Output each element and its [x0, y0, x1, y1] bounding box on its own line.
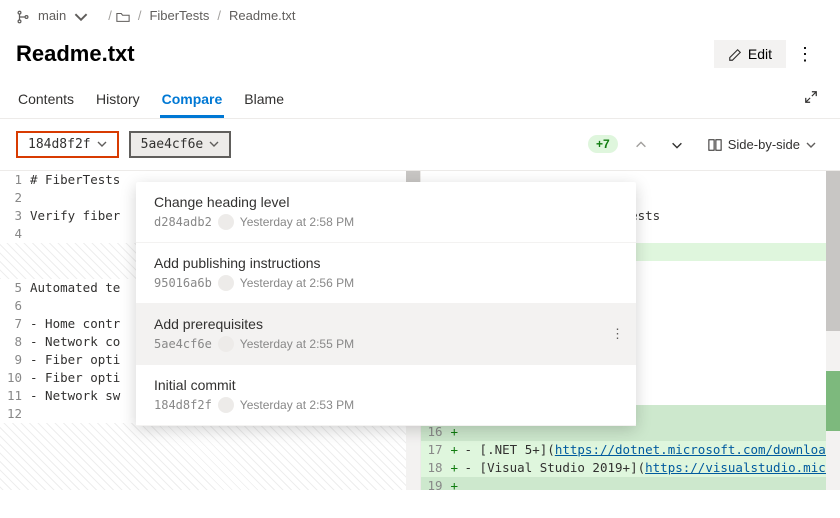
line-number: 6 — [0, 297, 30, 315]
fullscreen-button[interactable] — [798, 83, 824, 118]
commit-hash: 184d8f2f — [154, 398, 212, 412]
page-title: Readme.txt — [16, 41, 135, 67]
commit-meta: 95016a6b Yesterday at 2:56 PM — [154, 275, 618, 291]
line-number: 7 — [0, 315, 30, 333]
chevron-down-icon — [806, 137, 816, 152]
diff-marker — [451, 477, 465, 490]
commit-hash: 5ae4cf6e — [154, 337, 212, 351]
edit-button[interactable]: Edit — [714, 40, 786, 68]
commit-dropdown-item[interactable]: Add prerequisites 5ae4cf6e Yesterday at 2:… — [136, 304, 636, 365]
prev-diff-button[interactable] — [628, 131, 654, 158]
more-vertical-icon[interactable]: ⋮ — [611, 326, 624, 342]
commit-title: Add prerequisites — [154, 316, 618, 332]
line-text: - [Visual Studio 2019+](https://visualst… — [465, 459, 840, 477]
chevron-down-icon[interactable] — [74, 8, 88, 24]
line-text — [465, 477, 840, 490]
avatar-icon — [218, 397, 234, 413]
more-vertical-icon: ⋮ — [796, 44, 814, 64]
diff-line: 18 - [Visual Studio 2019+](https://visual… — [421, 459, 840, 477]
line-number: 12 — [0, 405, 30, 423]
line-number: 8 — [0, 333, 30, 351]
diff-line: 17 - [.NET 5+](https://dotnet.microsoft.c… — [421, 441, 840, 459]
avatar-icon — [218, 275, 234, 291]
tab-blame[interactable]: Blame — [242, 83, 286, 118]
line-number: 3 — [0, 207, 30, 225]
tab-contents[interactable]: Contents — [16, 83, 76, 118]
commit-right-hash: 5ae4cf6e — [141, 137, 204, 152]
next-diff-button[interactable] — [664, 131, 690, 158]
commit-title: Change heading level — [154, 194, 618, 210]
tab-compare[interactable]: Compare — [160, 83, 225, 118]
link[interactable]: https://dotnet.microsoft.com/download — [555, 442, 833, 457]
commit-meta: 184d8f2f Yesterday at 2:53 PM — [154, 397, 618, 413]
commit-dropdown-item[interactable]: Initial commit 184d8f2f Yesterday at 2:53 … — [136, 365, 636, 426]
breadcrumb-sep: / — [108, 8, 112, 23]
avatar-icon — [218, 214, 234, 230]
commit-picker-left[interactable]: 184d8f2f — [16, 131, 119, 158]
commit-dropdown-item[interactable]: Change heading level d284adb2 Yesterday at… — [136, 182, 636, 243]
diff-count-badge: +7 — [588, 135, 618, 153]
line-text: - [.NET 5+](https://dotnet.microsoft.com… — [465, 441, 840, 459]
edit-label: Edit — [748, 46, 772, 62]
commit-hash: 95016a6b — [154, 276, 212, 290]
breadcrumb-file[interactable]: Readme.txt — [229, 8, 295, 23]
line-number: 11 — [0, 387, 30, 405]
commit-meta: 5ae4cf6e Yesterday at 2:55 PM — [154, 336, 618, 352]
line-number: 5 — [0, 279, 30, 297]
folder-icon — [116, 8, 130, 24]
pencil-icon — [728, 46, 742, 62]
diff-placeholder — [0, 423, 420, 490]
line-number: 1 — [0, 171, 30, 189]
breadcrumb: main / / FiberTests / Readme.txt — [0, 0, 840, 32]
line-number: 2 — [0, 189, 30, 207]
compare-toolbar: 184d8f2f 5ae4cf6e +7 Side-by-side — [0, 119, 840, 170]
line-number: 9 — [0, 351, 30, 369]
line-number: 4 — [0, 225, 30, 243]
tab-history[interactable]: History — [94, 83, 142, 118]
diff-marker — [451, 441, 465, 459]
diff-scrollbar-right[interactable] — [826, 171, 840, 490]
view-mode-picker[interactable]: Side-by-side — [700, 133, 824, 157]
line-number: 19 — [421, 477, 451, 490]
breadcrumb-folder[interactable]: FiberTests — [149, 8, 209, 23]
commit-time: Yesterday at 2:53 PM — [240, 398, 354, 412]
commit-hash: d284adb2 — [154, 215, 212, 229]
branch-name[interactable]: main — [38, 8, 66, 23]
more-button[interactable]: ⋮ — [786, 38, 824, 71]
diff-line: 19 — [421, 477, 840, 490]
breadcrumb-sep: / — [217, 8, 221, 23]
breadcrumb-sep: / — [138, 8, 142, 23]
view-mode-label: Side-by-side — [728, 137, 800, 152]
commit-meta: d284adb2 Yesterday at 2:58 PM — [154, 214, 618, 230]
line-number: 18 — [421, 459, 451, 477]
chevron-down-icon — [209, 137, 219, 152]
diff-marker — [451, 459, 465, 477]
line-number: 17 — [421, 441, 451, 459]
avatar-icon — [218, 336, 234, 352]
tabs: Contents History Compare Blame — [0, 83, 840, 119]
page-title-row: Readme.txt Edit ⋮ — [0, 32, 840, 83]
commit-dropdown-item[interactable]: Add publishing instructions 95016a6b Yeste… — [136, 243, 636, 304]
side-by-side-icon — [708, 137, 722, 153]
commit-time: Yesterday at 2:58 PM — [240, 215, 354, 229]
line-number: 10 — [0, 369, 30, 387]
commit-dropdown: Change heading level d284adb2 Yesterday at… — [136, 182, 636, 426]
commit-time: Yesterday at 2:56 PM — [240, 276, 354, 290]
commit-left-hash: 184d8f2f — [28, 137, 91, 152]
commit-title: Add publishing instructions — [154, 255, 618, 271]
commit-time: Yesterday at 2:55 PM — [240, 337, 354, 351]
chevron-down-icon — [97, 137, 107, 152]
branch-icon — [16, 8, 30, 24]
commit-picker-right[interactable]: 5ae4cf6e — [129, 131, 232, 158]
link[interactable]: https://visualstudio.microsof — [645, 460, 840, 475]
commit-title: Initial commit — [154, 377, 618, 393]
